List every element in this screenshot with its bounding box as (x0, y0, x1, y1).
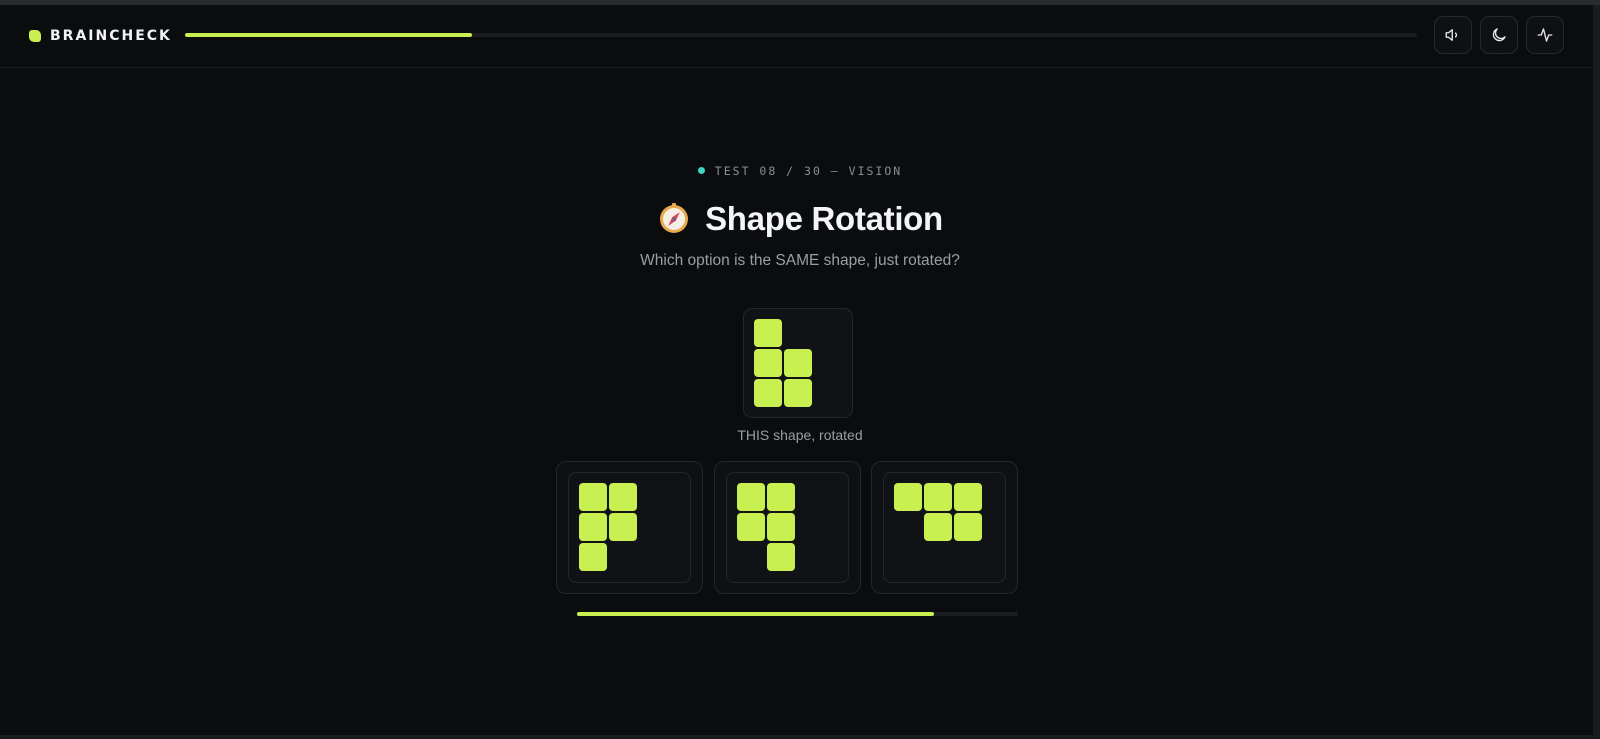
shape-cell (737, 513, 765, 541)
shape-cell (754, 349, 782, 377)
activity-icon (1537, 28, 1553, 42)
shape-cell (894, 483, 922, 511)
shape-cell (767, 513, 795, 541)
option-3-shape (883, 472, 1006, 583)
shape-cell (579, 483, 607, 511)
shape-cell (754, 379, 782, 407)
option-3[interactable] (871, 461, 1018, 594)
sound-button[interactable] (1434, 16, 1472, 54)
target-shape (743, 308, 853, 418)
speaker-icon (1445, 29, 1458, 41)
option-2[interactable] (714, 461, 861, 594)
window-bottom-edge (0, 735, 1600, 739)
stats-button[interactable] (1526, 16, 1564, 54)
scrollbar[interactable] (1593, 5, 1600, 739)
test-eyebrow: TEST 08 / 30 — VISION (0, 164, 1600, 178)
test-counter: TEST 08 / 30 — VISION (714, 164, 903, 178)
shape-cell (767, 483, 795, 511)
shape-cell (737, 483, 765, 511)
top-bar: BRAINCHECK (0, 5, 1593, 68)
option-2-shape (726, 472, 849, 583)
overall-progress-bar (185, 33, 1417, 37)
shape-cell (784, 349, 812, 377)
app-window: BRAINCHECK TEST 08 / 30 — VISION Shape R… (0, 0, 1600, 739)
shape-cell (954, 513, 982, 541)
brand-name: BRAINCHECK (50, 28, 172, 44)
moon-icon (1492, 28, 1506, 42)
brand-logo-icon (29, 30, 41, 42)
time-remaining-fill (577, 612, 935, 616)
compass-icon (660, 203, 689, 233)
page-title: Shape Rotation (0, 200, 1600, 238)
shape-cell (579, 543, 607, 571)
option-1[interactable] (556, 461, 703, 594)
shape-cell (767, 543, 795, 571)
shape-cell (609, 513, 637, 541)
brand[interactable]: BRAINCHECK (29, 24, 172, 48)
shape-cell (924, 483, 952, 511)
instructions: Which option is the SAME shape, just rot… (640, 252, 960, 269)
shape-cell (609, 483, 637, 511)
shape-cell (924, 513, 952, 541)
time-remaining-bar (577, 612, 1018, 616)
shape-cell (784, 379, 812, 407)
overall-progress-fill (185, 33, 473, 37)
shape-cell (754, 319, 782, 347)
title-text: Shape Rotation (705, 200, 943, 237)
status-dot (697, 167, 705, 174)
target-caption: THIS shape, rotated (737, 427, 863, 443)
theme-button[interactable] (1480, 16, 1518, 54)
shape-cell (579, 513, 607, 541)
shape-cell (954, 483, 982, 511)
option-1-shape (568, 472, 691, 583)
